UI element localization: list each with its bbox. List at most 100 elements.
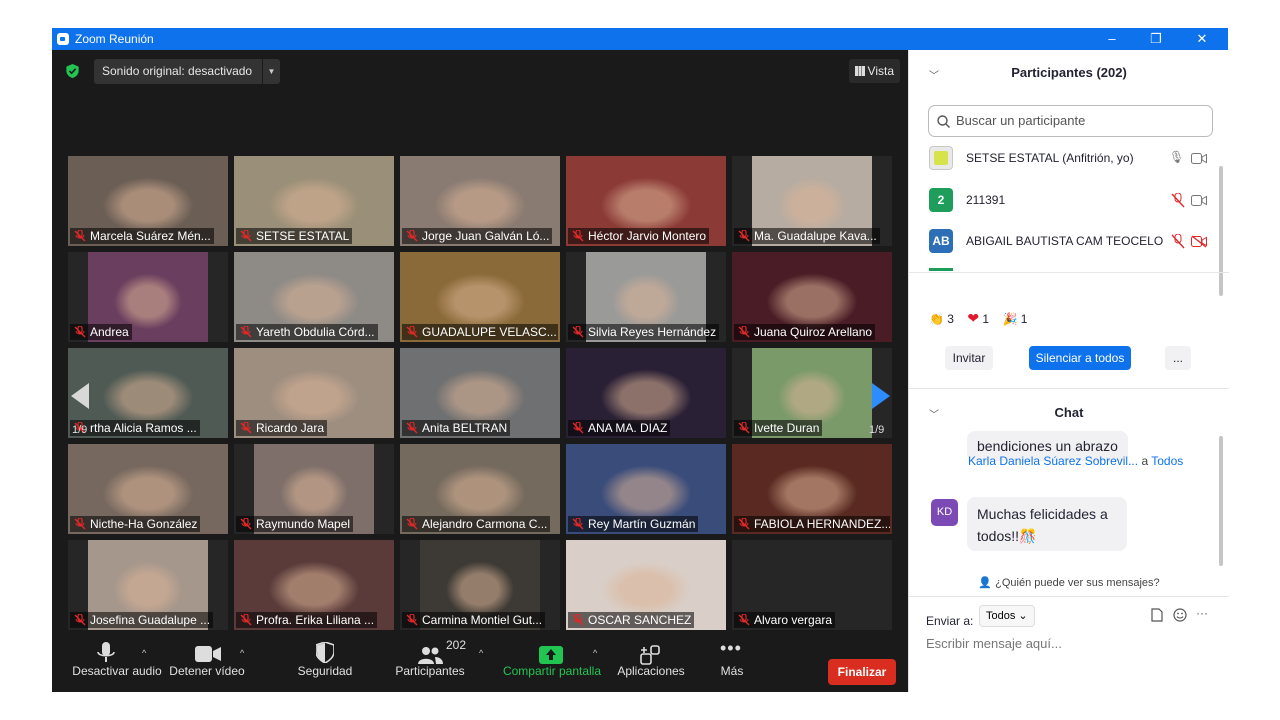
muted-microphone-icon[interactable]	[1171, 234, 1185, 249]
participant-video-tile[interactable]: Nicthe-Ha González	[68, 444, 228, 534]
close-window-button[interactable]: ✕	[1180, 28, 1224, 50]
file-icon[interactable]	[1151, 608, 1163, 622]
participant-video-tile[interactable]: Silvia Reyes Hernández	[566, 252, 726, 342]
participant-video-tile[interactable]: Juana Quiroz Arellano	[732, 252, 892, 342]
video-camera-icon[interactable]	[195, 646, 221, 662]
participant-name: Yareth Obdulia Córd...	[256, 325, 375, 339]
muted-microphone-icon	[240, 421, 252, 434]
participant-video-tile[interactable]: Josefina Guadalupe ...	[68, 540, 228, 630]
participant-name-label: Rey Martín Guzmán	[568, 516, 699, 532]
invite-button[interactable]: Invitar	[945, 346, 993, 370]
participant-video-tile[interactable]: Anita BELTRAN	[400, 348, 560, 438]
participant-name: Nicthe-Ha González	[90, 517, 198, 531]
video-options-caret[interactable]: ^	[240, 648, 244, 658]
microphone-icon[interactable]	[96, 642, 116, 664]
participant-video-tile[interactable]: Profra. Erika Liliana ...	[234, 540, 394, 630]
participant-video-tile[interactable]: ANA MA. DIAZ	[566, 348, 726, 438]
participant-row[interactable]: SETSE ESTATAL (Anfitrión, yo) 🎙	[929, 139, 1209, 179]
next-page-icon[interactable]	[872, 383, 890, 409]
chat-compose-input[interactable]: Escribir mensaje aquí...	[926, 636, 1062, 651]
share-screen-icon[interactable]	[539, 646, 563, 664]
more-dots-icon[interactable]: ···	[1196, 606, 1208, 620]
encryption-shield-icon[interactable]	[66, 64, 79, 78]
previous-page-icon[interactable]	[71, 383, 89, 409]
participant-name-label: Raymundo Mapel	[236, 516, 354, 532]
participant-video-tile[interactable]: GUADALUPE VELASC...	[400, 252, 560, 342]
restore-button[interactable]: ❐	[1134, 28, 1178, 50]
share-screen-button[interactable]: Compartir pantalla	[500, 664, 604, 678]
end-meeting-button[interactable]: Finalizar	[828, 659, 896, 685]
divider	[909, 272, 1229, 273]
participant-video-tile[interactable]: Jorge Juan Galván Ló...	[400, 156, 560, 246]
microphone-icon[interactable]: 🎙	[1169, 150, 1184, 164]
more-options-button[interactable]: ...	[1165, 346, 1191, 370]
security-button[interactable]: Seguridad	[288, 664, 362, 678]
sender-name[interactable]: Karla Daniela Súarez Sobrevil...	[968, 454, 1138, 468]
chevron-down-icon: ⌄	[1018, 610, 1028, 622]
muted-microphone-icon[interactable]	[1171, 193, 1185, 208]
original-sound-toggle[interactable]: Sonido original: desactivado ▼	[94, 59, 280, 84]
recipient-name[interactable]: Todos	[1151, 454, 1183, 468]
sender-to: a	[1141, 454, 1149, 468]
emoji-icon[interactable]	[1173, 608, 1187, 622]
participant-row[interactable]: AB ABIGAIL BAUTISTA CAM TEOCELO	[929, 222, 1209, 262]
apps-icon[interactable]	[640, 645, 660, 665]
mute-all-button[interactable]: Silenciar a todos	[1029, 346, 1131, 370]
minimize-button[interactable]: –	[1090, 28, 1134, 50]
person-lock-icon: 👤	[978, 577, 993, 589]
who-can-see-link[interactable]: 👤 ¿Quién puede ver sus mensajes?	[909, 576, 1229, 589]
participants-icon[interactable]	[417, 646, 443, 664]
participants-scrollbar[interactable]	[1219, 166, 1223, 296]
participant-video-tile[interactable]: Alvaro vergara	[732, 540, 892, 630]
chat-scrollbar[interactable]	[1219, 436, 1223, 566]
more-dots-icon[interactable]: •••	[720, 638, 742, 659]
participant-video-tile[interactable]: Marcela Suárez Mén...	[68, 156, 228, 246]
participant-name-label: Marcela Suárez Mén...	[70, 228, 214, 244]
apps-button[interactable]: Aplicaciones	[612, 664, 690, 678]
participant-name: Anita BELTRAN	[422, 421, 508, 435]
participant-row[interactable]: 2 211391	[929, 181, 1209, 221]
clap-count: 3	[947, 312, 954, 326]
participant-video-tile[interactable]: Ivette Duran	[732, 348, 892, 438]
send-to-dropdown[interactable]: Todos ⌄	[979, 605, 1035, 627]
video-camera-icon[interactable]	[1191, 153, 1207, 164]
participant-name-label: FABIOLA HERNANDEZ...	[734, 516, 890, 532]
view-button[interactable]: Vista	[848, 59, 900, 83]
participant-name-label: Héctor Jarvio Montero	[568, 228, 710, 244]
stop-video-button[interactable]: Detener vídeo	[162, 664, 252, 678]
participant-video-tile[interactable]: Rey Martín Guzmán	[566, 444, 726, 534]
share-options-caret[interactable]: ^	[593, 648, 597, 658]
participants-options-caret[interactable]: ^	[479, 648, 483, 658]
participant-video-tile[interactable]: Andrea	[68, 252, 228, 342]
participant-video-tile[interactable]: Héctor Jarvio Montero	[566, 156, 726, 246]
video-off-icon[interactable]	[1191, 235, 1207, 248]
participant-video-tile[interactable]: rtha Alicia Ramos ...	[68, 348, 228, 438]
participant-video-tile[interactable]: SETSE ESTATAL	[234, 156, 394, 246]
chat-sender-line: Karla Daniela Súarez Sobrevil... a Todos	[968, 454, 1183, 468]
participants-button[interactable]: Participantes	[390, 664, 470, 678]
participant-video-tile[interactable]: FABIOLA HERNANDEZ...	[732, 444, 892, 534]
participant-name: rtha Alicia Ramos ...	[90, 421, 197, 435]
participant-video-tile[interactable]: Carmina Montiel Gut...	[400, 540, 560, 630]
more-button[interactable]: Más	[714, 664, 750, 678]
muted-microphone-icon	[240, 517, 252, 530]
security-shield-icon[interactable]	[316, 642, 334, 663]
participant-video-tile[interactable]: Ricardo Jara	[234, 348, 394, 438]
divider	[909, 388, 1229, 389]
participant-video-tile[interactable]: OSCAR SANCHEZ	[566, 540, 726, 630]
participant-name-label: GUADALUPE VELASC...	[402, 324, 558, 340]
participant-search-input[interactable]: Buscar un participante	[928, 105, 1213, 137]
video-grid: Marcela Suárez Mén... SETSE ESTATAL Jorge …	[68, 156, 894, 634]
muted-microphone-icon	[240, 325, 252, 338]
participant-name-label: Carmina Montiel Gut...	[402, 612, 546, 628]
audio-options-caret[interactable]: ^	[142, 648, 146, 658]
chevron-down-icon[interactable]: ▼	[262, 59, 280, 84]
page-indicator-left: 1/9	[72, 424, 88, 436]
participant-video-tile[interactable]: Raymundo Mapel	[234, 444, 394, 534]
participant-video-tile[interactable]: Alejandro Carmona C...	[400, 444, 560, 534]
zoom-app-icon	[57, 33, 69, 45]
participant-video-tile[interactable]: Yareth Obdulia Córd...	[234, 252, 394, 342]
mute-button[interactable]: Desactivar audio	[62, 664, 172, 678]
video-camera-icon[interactable]	[1191, 195, 1207, 206]
participant-video-tile[interactable]: Ma. Guadalupe Kava...	[732, 156, 892, 246]
